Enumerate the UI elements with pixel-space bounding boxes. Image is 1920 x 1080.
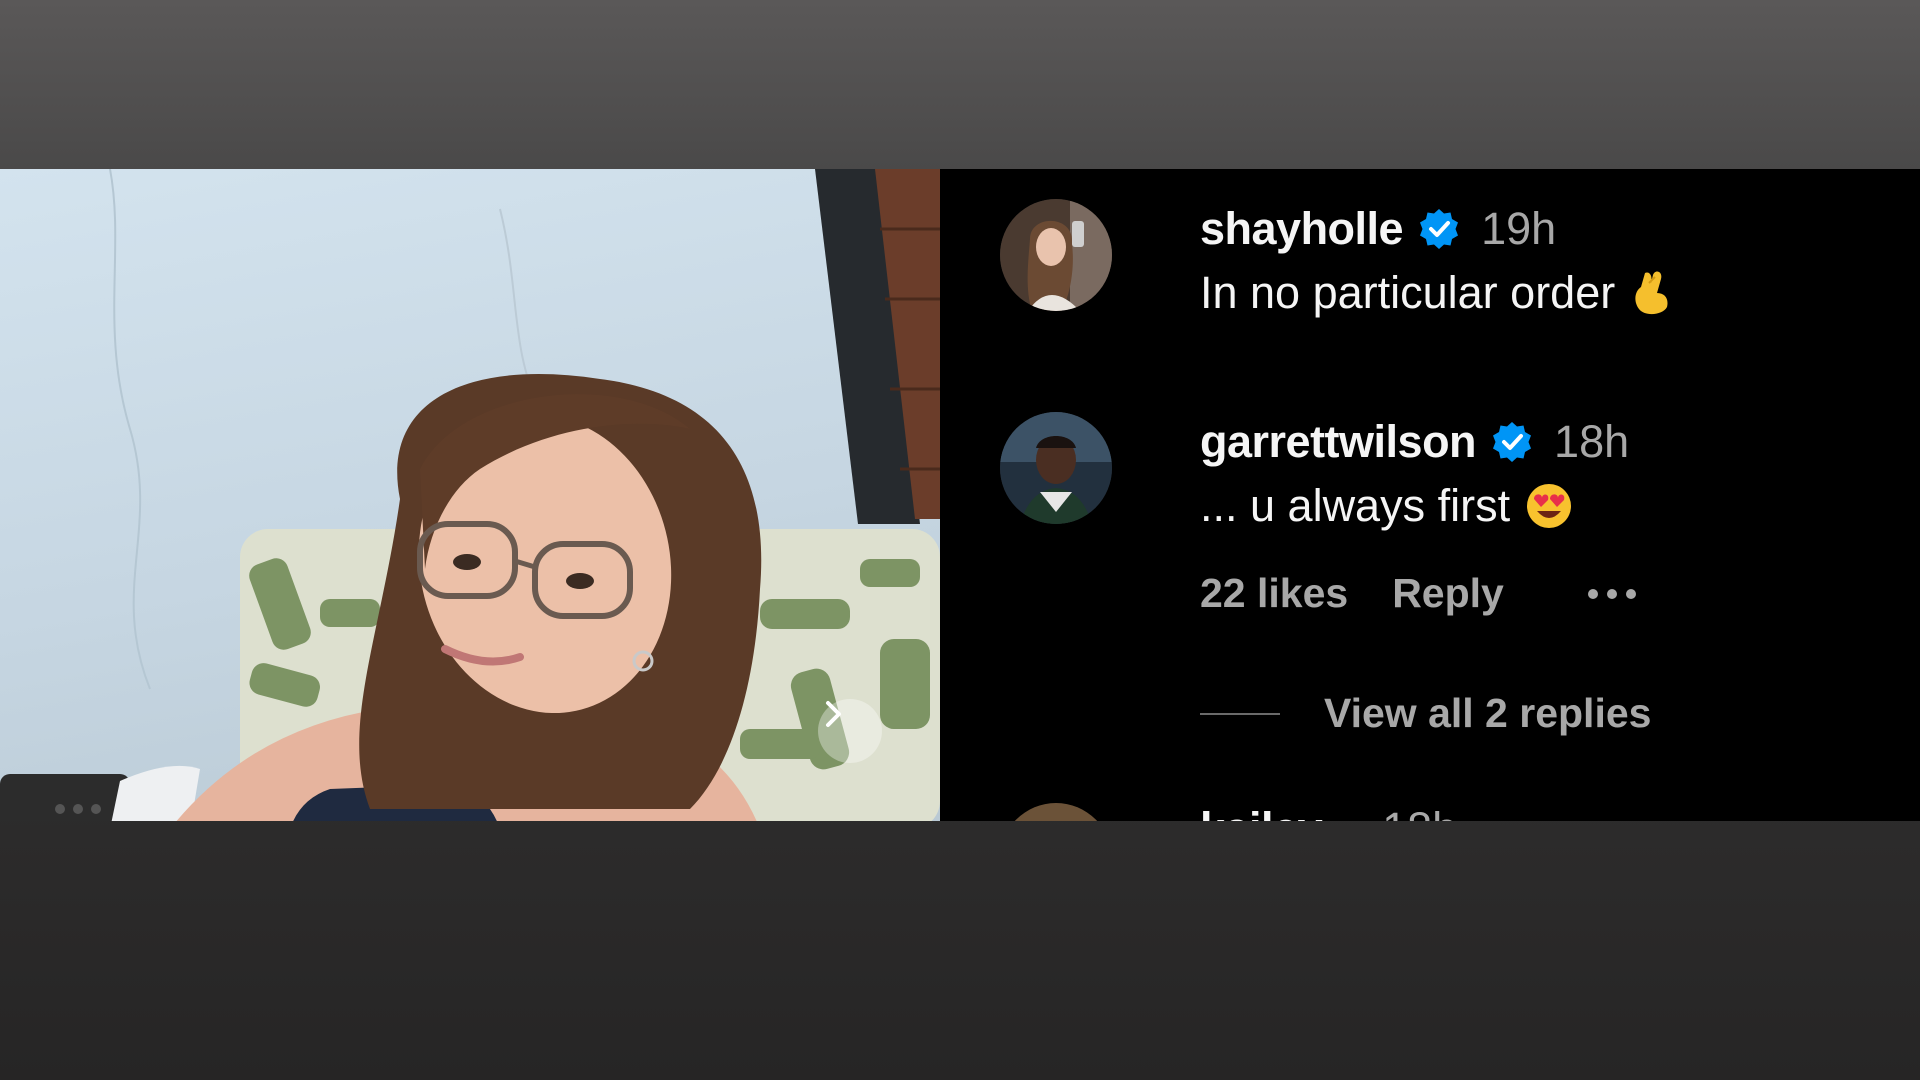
comment-likes[interactable]: 22 likes [1200, 570, 1348, 617]
avatar-image [1000, 199, 1112, 311]
comment-username[interactable]: shayholle [1200, 203, 1404, 255]
dot [1625, 588, 1636, 599]
view-replies-label: View all 2 replies [1324, 690, 1652, 736]
comment-text-row: ... u always first [1200, 480, 1572, 532]
comment-username[interactable]: garrettwilson [1200, 416, 1477, 468]
comment-time: 18h [1554, 416, 1630, 467]
chevron-right-icon [826, 701, 841, 727]
view-replies-button[interactable]: View all 2 replies [1200, 690, 1651, 737]
crossed-fingers-emoji-icon [1635, 271, 1668, 315]
more-options-icon[interactable] [1587, 588, 1636, 599]
dot [1606, 588, 1617, 599]
top-letterbox [0, 0, 1920, 169]
heart-eyes-emoji-icon [1527, 484, 1572, 528]
comment-time: 19h [1481, 203, 1557, 254]
avatar-image [1000, 412, 1112, 524]
post-viewer: shayholle 19h In no particular order gar… [0, 169, 1920, 821]
next-photo-button[interactable] [818, 699, 882, 763]
comment-time: 18h [1382, 803, 1457, 821]
reply-button[interactable]: Reply [1392, 570, 1504, 617]
replies-divider [1200, 712, 1280, 715]
photo-illustration [0, 169, 940, 821]
post-photo [0, 169, 940, 821]
avatar[interactable] [1000, 412, 1112, 524]
comment-username[interactable]: kailey [1200, 803, 1323, 821]
comment-text: ... u always first [1200, 480, 1511, 531]
comments-panel: shayholle 19h In no particular order gar… [940, 169, 1920, 821]
avatar[interactable] [1000, 803, 1112, 821]
avatar[interactable] [1000, 199, 1112, 311]
dot [1587, 588, 1598, 599]
comment-text-row: In no particular order [1200, 267, 1671, 319]
comment-text: In no particular order [1200, 267, 1616, 318]
verified-badge-icon [1493, 422, 1532, 462]
verified-badge-icon [1420, 209, 1459, 249]
